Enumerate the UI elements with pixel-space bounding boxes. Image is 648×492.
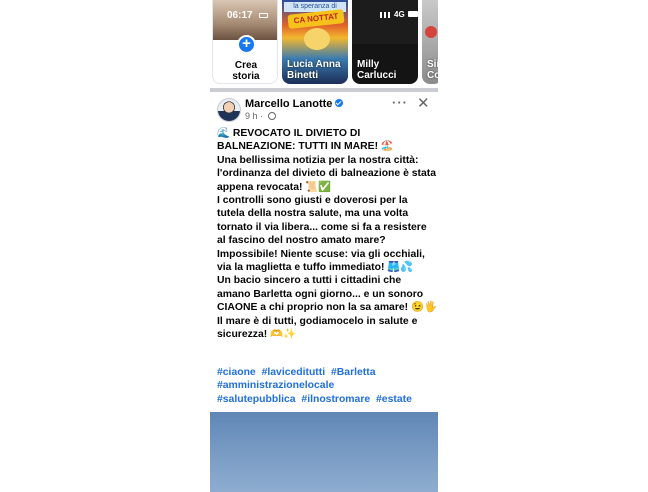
story-card-lucia-anna-binetti[interactable]: la speranza di CA NOTTAT Lucia Anna Bine…: [282, 0, 348, 84]
signal-icon: [380, 12, 390, 18]
post-line-headline: 🌊 REVOCATO IL DIVIETO DI BALNEAZIONE: TU…: [217, 128, 394, 153]
phone-screen: 06:17 + Crea storia la speranza di CA NO…: [210, 0, 438, 492]
create-story-label: Crea storia: [213, 60, 277, 82]
story-author-name: Lucia Anna Binetti: [287, 59, 341, 81]
battery-icon: [259, 13, 268, 18]
post-time[interactable]: 9 h ·: [245, 111, 263, 121]
story-author-name: Milly Carlucci: [357, 59, 396, 81]
globe-icon: [267, 112, 276, 120]
story-name-line2: Binetti: [287, 70, 319, 81]
hashtag-link[interactable]: #Barletta: [331, 367, 375, 378]
create-story-card[interactable]: 06:17 + Crea storia: [212, 0, 278, 84]
create-story-thumbnail: 06:17: [213, 0, 277, 40]
stories-strip: 06:17 + Crea storia la speranza di CA NO…: [210, 0, 438, 86]
story-name-line1: Milly: [357, 59, 380, 70]
feed-divider: [210, 88, 438, 92]
story-status-bar-image: 4G: [352, 0, 418, 44]
create-story-label-line2: storia: [232, 71, 260, 82]
add-story-icon[interactable]: +: [237, 35, 256, 54]
author-name-text[interactable]: Marcello Lanotte: [245, 98, 332, 110]
story-banner-main: CA NOTTAT: [287, 9, 345, 29]
create-story-label-line1: Crea: [234, 60, 258, 71]
hashtag-list: #ciaone #laviceditutti #Barletta #ammini…: [217, 366, 437, 406]
verified-badge-icon: [335, 99, 344, 107]
post-line-greeting: Un bacio sincero a tutti i cittadini che…: [217, 275, 437, 314]
story-name-line1: Sii: [427, 59, 438, 70]
story-card-partial[interactable]: Sii Co: [422, 0, 438, 84]
hashtag-link[interactable]: #laviceditutti: [262, 367, 326, 378]
story-card-milly-carlucci[interactable]: 4G Milly Carlucci: [352, 0, 418, 84]
author-avatar[interactable]: [217, 98, 241, 122]
hashtag-link[interactable]: #salutepubblica: [217, 394, 296, 405]
cartoon-moon-image: [304, 28, 330, 50]
more-options-button[interactable]: ···: [392, 95, 408, 110]
hashtag-link[interactable]: #ciaone: [217, 367, 256, 378]
post-line-closing: Il mare è di tutti, godiamocelo in salut…: [217, 315, 418, 341]
post-line-news: Una bellissima notizia per la nostra cit…: [217, 154, 436, 193]
story-name-line2: Carlucci: [357, 70, 397, 81]
story-name-line1: Lucia Anna: [287, 59, 341, 70]
hashtag-link[interactable]: #estate: [376, 394, 412, 405]
hashtag-link[interactable]: #ilnostromare: [301, 394, 370, 405]
author-name[interactable]: Marcello Lanotte: [245, 98, 344, 110]
post-line-controls: I controlli sono giusti e doverosi per l…: [217, 195, 427, 274]
story-author-name: Sii Co: [427, 59, 438, 81]
hide-post-button[interactable]: ✕: [417, 94, 430, 112]
post-meta: 9 h ·: [245, 111, 276, 121]
story-thumbnail-image: [425, 26, 437, 38]
post-photo[interactable]: [210, 412, 438, 492]
network-label: 4G: [394, 10, 405, 19]
battery-icon: [408, 11, 418, 17]
hashtag-link[interactable]: #amministrazionelocale: [217, 380, 334, 391]
post-text: 🌊 REVOCATO IL DIVIETO DI BALNEAZIONE: TU…: [217, 127, 437, 342]
story-name-line2: Co: [427, 70, 438, 81]
thumbnail-time: 06:17: [227, 10, 253, 21]
